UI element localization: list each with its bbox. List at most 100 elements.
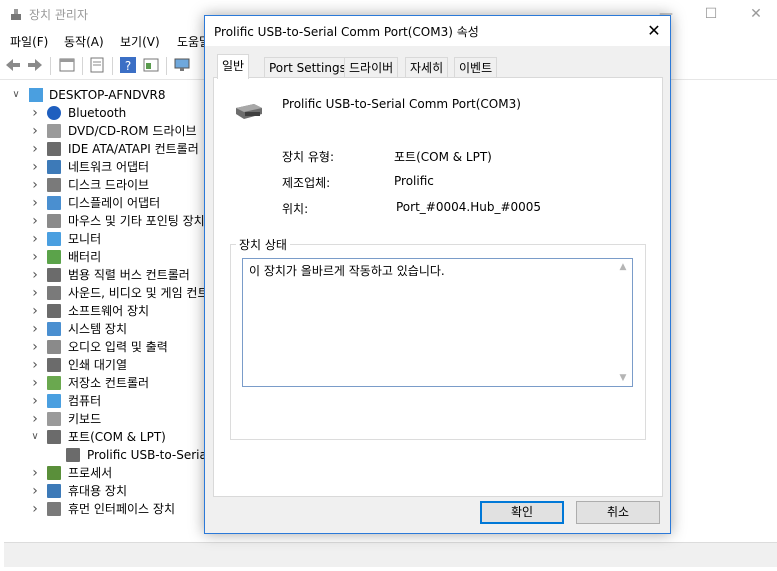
expand-chevron-icon[interactable]: ›	[30, 302, 40, 320]
dialog-titlebar[interactable]: Prolific USB-to-Serial Comm Port(COM3) 속…	[205, 16, 670, 46]
tree-category-label: 인쇄 대기열	[68, 358, 128, 372]
forward-arrow-icon[interactable]	[26, 56, 44, 74]
expand-chevron-icon[interactable]: ›	[30, 320, 40, 338]
tab-details[interactable]: 자세히	[405, 57, 449, 78]
expand-chevron-icon[interactable]: ›	[30, 338, 40, 356]
tree-category[interactable]: › 인쇄 대기열	[0, 356, 204, 374]
location-value: Port_#0004.Hub_#0005	[396, 200, 542, 214]
expand-chevron-icon[interactable]: ›	[30, 122, 40, 140]
tree-category[interactable]: › 키보드	[0, 410, 204, 428]
printer-icon	[47, 358, 61, 372]
toolbar-separator	[112, 57, 113, 75]
expand-chevron-icon[interactable]: ›	[30, 104, 40, 122]
device-status-label: 장치 상태	[236, 236, 290, 253]
tree-category-label: 프로세서	[68, 466, 113, 480]
tree-category[interactable]: › 저장소 컨트롤러	[0, 374, 204, 392]
tree-category-label: 오디오 입력 및 출력	[68, 340, 168, 354]
scroll-down-icon[interactable]: ▼	[617, 372, 629, 384]
expand-chevron-icon[interactable]: ›	[30, 266, 40, 284]
expand-chevron-icon[interactable]: ›	[30, 374, 40, 392]
expand-chevron-icon[interactable]: ›	[30, 464, 40, 482]
dialog-close-button[interactable]: ✕	[638, 16, 670, 46]
device-type-value: 포트(COM & LPT)	[394, 150, 492, 164]
tree-category[interactable]: › 네트워크 어댑터	[0, 158, 204, 176]
general-tab-panel: Prolific USB-to-Serial Comm Port(COM3) 장…	[213, 77, 663, 497]
tree-category[interactable]: › 범용 직렬 버스 컨트롤러	[0, 266, 204, 284]
toolbar-separator	[166, 57, 167, 75]
tree-category[interactable]: › 디스크 드라이브	[0, 176, 204, 194]
tree-root[interactable]: ∨ DESKTOP-AFNDVR8	[0, 86, 200, 104]
tree-root-label: DESKTOP-AFNDVR8	[49, 88, 166, 102]
properties-sheet-icon[interactable]	[58, 56, 76, 74]
expand-chevron-icon[interactable]: ∨	[11, 86, 21, 104]
tab-general[interactable]: 일반	[217, 54, 250, 79]
tree-category[interactable]: › DVD/CD-ROM 드라이브	[0, 122, 204, 140]
svg-text:?: ?	[125, 59, 131, 73]
tab-driver[interactable]: 드라이버	[344, 57, 399, 78]
tree-category[interactable]: › 오디오 입력 및 출력	[0, 338, 204, 356]
tree-category[interactable]: › 소프트웨어 장치	[0, 302, 204, 320]
help-icon[interactable]: ?	[119, 56, 137, 74]
menu-file[interactable]: 파일(F)	[10, 33, 48, 50]
menu-action[interactable]: 동작(A)	[64, 33, 104, 50]
tab-events[interactable]: 이벤트	[454, 57, 498, 78]
tree-category[interactable]: › 시스템 장치	[0, 320, 204, 338]
ok-button[interactable]: 확인	[480, 501, 564, 524]
expand-chevron-icon[interactable]: ›	[30, 482, 40, 500]
tree-category[interactable]: › 프로세서	[0, 464, 204, 482]
menu-view[interactable]: 보기(V)	[120, 33, 160, 50]
monitor-icon[interactable]	[173, 56, 191, 74]
expand-chevron-icon[interactable]: ›	[30, 212, 40, 230]
tree-category[interactable]: › IDE ATA/ATAPI 컨트롤러	[0, 140, 204, 158]
maximize-button[interactable]: ☐	[696, 4, 726, 24]
device-status-text: 이 장치가 올바르게 작동하고 있습니다.	[249, 264, 445, 278]
expand-chevron-icon[interactable]: ›	[30, 176, 40, 194]
expand-chevron-icon[interactable]: ›	[30, 158, 40, 176]
cancel-button[interactable]: 취소	[576, 501, 660, 524]
expand-chevron-icon[interactable]: ›	[30, 410, 40, 428]
tree-category-label: 저장소 컨트롤러	[68, 376, 150, 390]
expand-chevron-icon[interactable]: ›	[30, 356, 40, 374]
tree-category[interactable]: › 디스플레이 어댑터	[0, 194, 204, 212]
scroll-up-icon[interactable]: ▲	[617, 261, 629, 273]
expand-chevron-icon[interactable]: ›	[30, 230, 40, 248]
view-pane-icon[interactable]	[142, 56, 160, 74]
tree-category[interactable]: › Bluetooth	[0, 104, 204, 122]
port-icon	[47, 430, 61, 444]
tree-category[interactable]: › 마우스 및 기타 포인팅 장치	[0, 212, 205, 230]
tree-category[interactable]: › 휴먼 인터페이스 장치	[0, 500, 204, 518]
network-adapter-icon	[47, 160, 61, 174]
expand-chevron-icon[interactable]: ›	[30, 248, 40, 266]
expand-chevron-icon[interactable]: ›	[30, 284, 40, 302]
tree-category-label: Bluetooth	[68, 106, 127, 120]
sound-icon	[47, 286, 61, 300]
collapse-chevron-icon[interactable]: ∨	[30, 428, 40, 446]
usb-icon	[47, 268, 61, 282]
tree-category-label: 범용 직렬 버스 컨트롤러	[68, 268, 190, 282]
status-bar	[4, 542, 777, 567]
tree-category[interactable]: › 사운드, 비디오 및 게임 컨트롤러	[0, 284, 230, 302]
tab-port-settings[interactable]: Port Settings	[264, 57, 351, 78]
close-button[interactable]: ✕	[741, 4, 771, 24]
tree-category[interactable]: ∨ 포트(COM & LPT)	[0, 428, 204, 446]
tree-category-label: 디스크 드라이브	[68, 178, 150, 192]
tree-category[interactable]: › 휴대용 장치	[0, 482, 204, 500]
computer-icon	[47, 394, 61, 408]
expand-chevron-icon[interactable]: ›	[30, 194, 40, 212]
expand-chevron-icon[interactable]: ›	[30, 392, 40, 410]
system-device-icon	[47, 322, 61, 336]
document-icon[interactable]	[88, 56, 106, 74]
audio-icon	[47, 340, 61, 354]
tree-category[interactable]: › 컴퓨터	[0, 392, 204, 410]
tree-category-label: 휴대용 장치	[68, 484, 128, 498]
back-arrow-icon[interactable]	[4, 56, 22, 74]
expand-chevron-icon[interactable]: ›	[30, 500, 40, 518]
tree-category[interactable]: › 배터리	[0, 248, 204, 266]
tree-child-item[interactable]: Prolific USB-to-Serial	[0, 446, 210, 464]
battery-icon	[47, 250, 61, 264]
tree-category[interactable]: › 모니터	[0, 230, 204, 248]
expand-chevron-icon[interactable]: ›	[30, 140, 40, 158]
tree-category-label: 휴먼 인터페이스 장치	[68, 502, 175, 516]
device-status-textbox[interactable]: 이 장치가 올바르게 작동하고 있습니다. ▲ ▼	[242, 258, 633, 387]
disc-drive-icon	[47, 124, 61, 138]
